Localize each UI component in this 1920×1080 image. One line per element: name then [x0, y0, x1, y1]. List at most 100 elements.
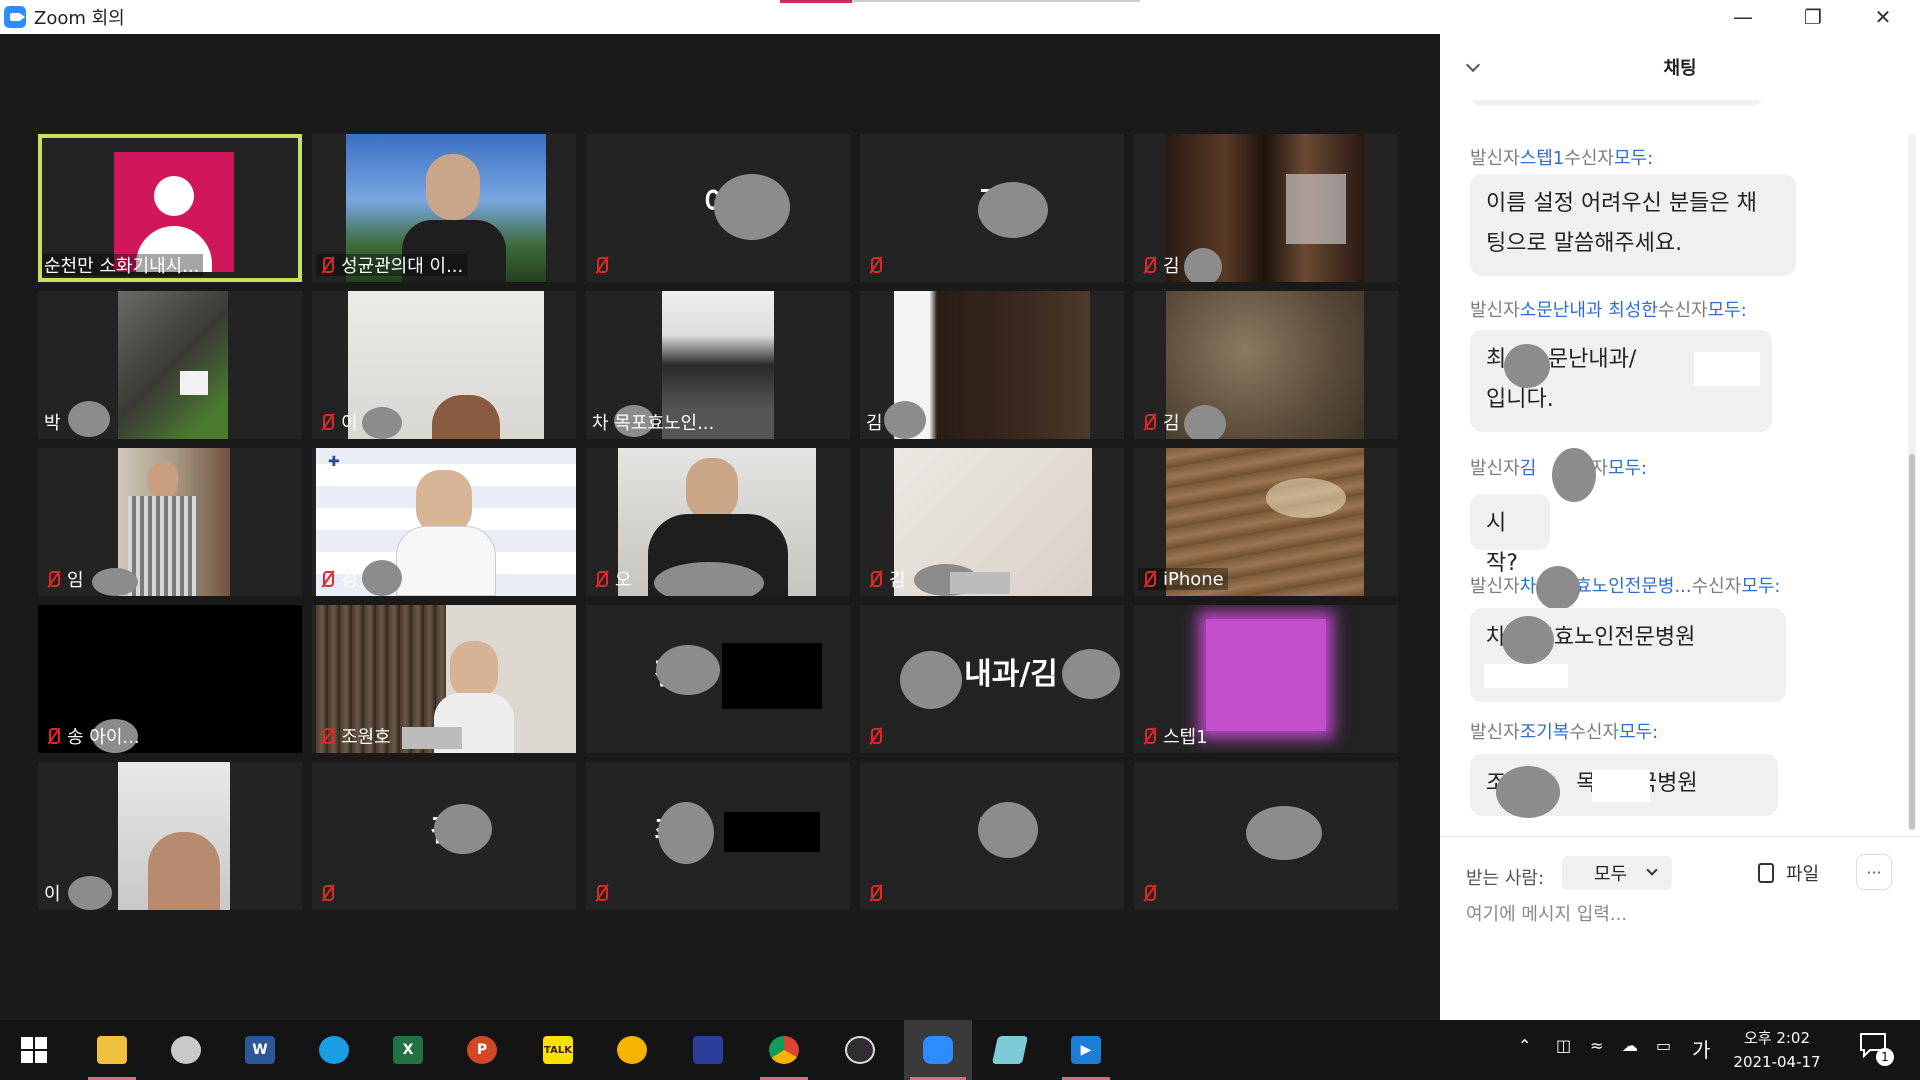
- chat-header: 채팅: [1440, 34, 1920, 100]
- participant-tile[interactable]: 김: [1134, 134, 1398, 282]
- participant-tile[interactable]: 김: [860, 291, 1124, 439]
- muted-mic-icon: [866, 256, 884, 274]
- taskbar-note-app[interactable]: [980, 1020, 1040, 1080]
- excel-icon: X: [393, 1036, 423, 1064]
- muted-mic-icon: [1140, 884, 1158, 902]
- taskbar-people-app[interactable]: [602, 1020, 662, 1080]
- participant-name: iPhone: [1138, 568, 1228, 590]
- participant-tile[interactable]: 박: [38, 291, 302, 439]
- taskbar-media-player[interactable]: ▶: [1056, 1020, 1116, 1080]
- participant-tile[interactable]: 최: [586, 762, 850, 910]
- participant-tile[interactable]: 순천만 소화기내시...: [38, 134, 302, 282]
- muted-mic-icon: [1140, 256, 1158, 274]
- participant-tile[interactable]: 김: [312, 762, 576, 910]
- participant-tile[interactable]: 전: [586, 605, 850, 753]
- note-icon: [992, 1036, 1028, 1064]
- redaction-box: [1694, 352, 1760, 386]
- battery-icon[interactable]: ▭: [1656, 1036, 1671, 1055]
- muted-mic-icon: [1140, 727, 1158, 745]
- participant-tile[interactable]: iPhone: [1134, 448, 1398, 596]
- chevron-up-icon[interactable]: ⌃: [1518, 1036, 1531, 1055]
- taskbar-zoom[interactable]: [904, 1020, 972, 1080]
- participant-tile[interactable]: 김 내과/김: [860, 605, 1124, 753]
- blurred-avatar: [1206, 619, 1326, 731]
- window-title: Zoom 회의: [34, 8, 125, 29]
- privacy-blur: [1536, 566, 1580, 610]
- message-input[interactable]: [1466, 896, 1886, 932]
- cloud-icon[interactable]: ☁: [1622, 1036, 1638, 1055]
- file-button[interactable]: 파일: [1758, 856, 1819, 890]
- scrollbar-thumb[interactable]: [1909, 454, 1915, 830]
- participant-tile[interactable]: 임: [38, 448, 302, 596]
- taskbar-powerpoint[interactable]: P: [452, 1020, 512, 1080]
- participant-name: 조원호: [316, 725, 395, 748]
- participant-tile[interactable]: 스텝1: [1134, 605, 1398, 753]
- recipient-dropdown[interactable]: 모두: [1562, 856, 1672, 890]
- participant-tile[interactable]: 김: [860, 134, 1124, 282]
- muted-mic-icon: [866, 570, 884, 588]
- participant-name: 성균관의대 이...: [316, 254, 468, 277]
- participant-name: 송 아이...: [42, 725, 144, 748]
- participant-tile[interactable]: 송 아이...: [38, 605, 302, 753]
- device-icon[interactable]: ◫: [1556, 1036, 1571, 1055]
- person-face: [416, 470, 472, 534]
- message-meta: 발신자차 목포효노인전문병...수신자모두:: [1470, 576, 1781, 597]
- muted-mic-icon: [318, 884, 336, 902]
- participant-name: 김: [866, 413, 883, 434]
- taskbar-edge[interactable]: [304, 1020, 364, 1080]
- participant-tile[interactable]: 오: [586, 448, 850, 596]
- taskbar-excel[interactable]: X: [378, 1020, 438, 1080]
- participant-tile[interactable]: 이: [38, 762, 302, 910]
- restore-button[interactable]: ❐: [1778, 0, 1848, 34]
- privacy-blur: [1502, 616, 1554, 664]
- privacy-blur: [68, 401, 110, 437]
- taskbar-chrome[interactable]: [754, 1020, 814, 1080]
- participant-name: [864, 725, 888, 747]
- taskbar-word[interactable]: W: [230, 1020, 290, 1080]
- clock[interactable]: 오후 2:02 2021-04-17: [1732, 1026, 1822, 1074]
- person-head: [432, 395, 500, 439]
- taskbar-obs[interactable]: [830, 1020, 890, 1080]
- participant-name: [1138, 882, 1162, 904]
- taskbar-notepad-app[interactable]: [678, 1020, 738, 1080]
- chat-scrollbar[interactable]: [1908, 134, 1916, 830]
- participant-tile[interactable]: 이: [312, 291, 576, 439]
- taskbar-kakaotalk[interactable]: TALK: [528, 1020, 588, 1080]
- muted-mic-icon: [318, 413, 336, 431]
- participant-tile[interactable]: 성균관의대 이...: [312, 134, 576, 282]
- edge-icon: [319, 1036, 349, 1064]
- video-feed: [118, 448, 230, 596]
- privacy-blur: [978, 182, 1048, 238]
- privacy-blur: [714, 174, 790, 240]
- chat-messages[interactable]: 발신자스텝1수신자모두: 이름 설정 어려우신 분들은 채 팅으로 말씀해주세요…: [1440, 100, 1910, 836]
- wifi-icon[interactable]: ≈: [1590, 1036, 1603, 1055]
- more-options-button[interactable]: ···: [1856, 854, 1892, 890]
- kakaotalk-icon: TALK: [543, 1036, 573, 1064]
- minimize-button[interactable]: —: [1708, 0, 1778, 34]
- windows-start-button[interactable]: [4, 1020, 64, 1080]
- notification-count: 1: [1876, 1048, 1894, 1066]
- taskbar-paint[interactable]: [156, 1020, 216, 1080]
- powerpoint-icon: P: [467, 1036, 497, 1064]
- participant-tile[interactable]: ✚ 김: [312, 448, 576, 596]
- participant-tile[interactable]: 조원호: [312, 605, 576, 753]
- taskbar-file-explorer[interactable]: [82, 1020, 142, 1080]
- participant-tile[interactable]: 강: [860, 762, 1124, 910]
- participant-name: 차 목포효노인...: [592, 413, 715, 434]
- participant-name: 순천만 소화기내시...: [42, 254, 204, 277]
- privacy-blur: [1552, 448, 1596, 502]
- ime-indicator[interactable]: 가: [1692, 1034, 1710, 1063]
- redaction-box: [722, 643, 822, 709]
- privacy-blur: [1184, 248, 1222, 282]
- participant-tile[interactable]: 차 목포효노인...: [586, 291, 850, 439]
- notification-center-button[interactable]: 1: [1858, 1030, 1898, 1070]
- participant-tile[interactable]: 여: [586, 134, 850, 282]
- close-button[interactable]: ✕: [1848, 0, 1918, 34]
- participant-name: 김: [1138, 411, 1184, 434]
- participant-tile[interactable]: 홍: [1134, 762, 1398, 910]
- chevron-down-icon[interactable]: [1465, 57, 1481, 73]
- participant-name: [316, 882, 340, 904]
- participant-tile[interactable]: 김: [860, 448, 1124, 596]
- participant-tile[interactable]: 김: [1134, 291, 1398, 439]
- participant-name: [864, 254, 888, 276]
